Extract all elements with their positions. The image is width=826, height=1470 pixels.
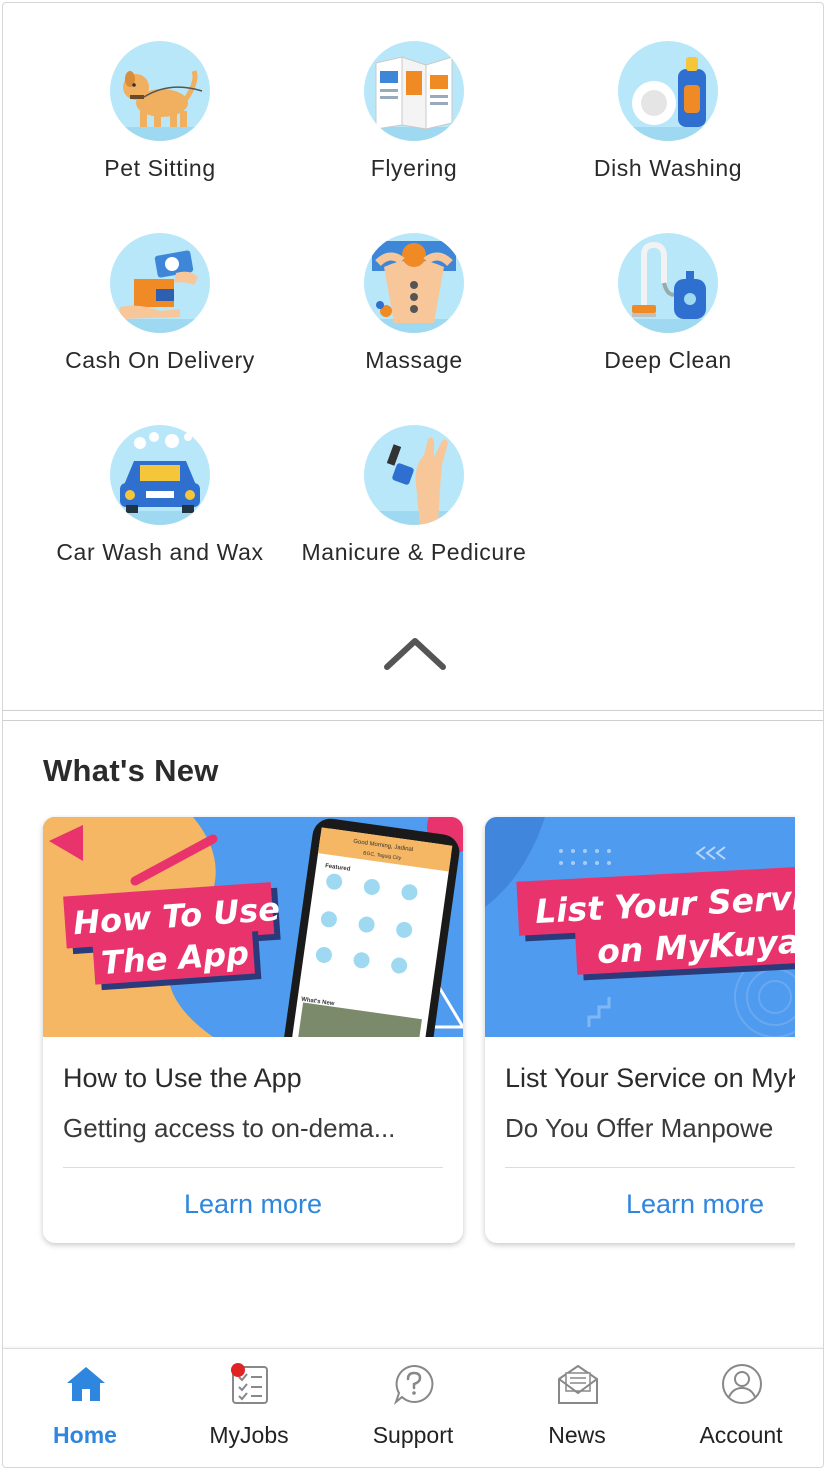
- services-grid: Pet Sitting Flyering Dish Washing Cash O…: [3, 3, 823, 710]
- news-card[interactable]: How To Use The App Good Morning, Jadinal…: [43, 817, 463, 1243]
- whats-new-carousel[interactable]: How To Use The App Good Morning, Jadinal…: [3, 815, 795, 1255]
- service-deep-clean[interactable]: Deep Clean: [541, 233, 795, 374]
- card-banner-list-your-service: List Your Servi on MyKuya: [485, 817, 795, 1037]
- news-card[interactable]: List Your Servi on MyKuya List Your Serv…: [485, 817, 795, 1243]
- service-label: Massage: [365, 347, 463, 373]
- card-banner-how-to-use: How To Use The App Good Morning, Jadinal…: [43, 817, 463, 1037]
- nav-home[interactable]: Home: [3, 1349, 167, 1467]
- service-massage[interactable]: Massage: [287, 233, 541, 374]
- nav-myjobs[interactable]: MyJobs: [167, 1349, 331, 1467]
- whats-new-heading: What's New: [43, 753, 219, 788]
- nav-label: Support: [372, 1422, 454, 1448]
- cash-delivery-icon: [110, 233, 210, 333]
- card-divider: [505, 1167, 795, 1168]
- home-icon: [65, 1363, 107, 1405]
- nav-label: Home: [53, 1422, 117, 1448]
- dish-soap-icon: [618, 41, 718, 141]
- nav-label: Account: [699, 1422, 783, 1448]
- service-label: Car Wash and Wax: [56, 539, 264, 565]
- nail-polish-icon: [364, 425, 464, 525]
- learn-more-link[interactable]: Learn more: [43, 1189, 463, 1220]
- card-divider: [63, 1167, 443, 1168]
- card-title: List Your Service on MyK: [505, 1063, 795, 1093]
- service-pet-sitting[interactable]: Pet Sitting: [33, 41, 287, 182]
- bottom-navigation: Home MyJobs Support News Account: [3, 1348, 823, 1467]
- vacuum-icon: [618, 233, 718, 333]
- envelope-icon: [557, 1363, 599, 1405]
- card-title: How to Use the App: [63, 1063, 302, 1093]
- service-label: Manicure & Pedicure: [301, 539, 527, 565]
- service-label: Cash On Delivery: [65, 347, 255, 373]
- service-flyering[interactable]: Flyering: [287, 41, 541, 182]
- help-icon: [393, 1363, 435, 1406]
- service-dish-washing[interactable]: Dish Washing: [541, 41, 795, 182]
- app-screen: Pet Sitting Flyering Dish Washing Cash O…: [2, 2, 824, 1468]
- nav-support[interactable]: Support: [331, 1349, 495, 1467]
- nav-label: News: [548, 1422, 606, 1448]
- divider: [3, 710, 823, 711]
- card-description: Do You Offer Manpowe: [505, 1113, 774, 1143]
- collapse-chevron-up-icon[interactable]: [383, 633, 447, 673]
- learn-more-link[interactable]: Learn more: [485, 1189, 795, 1220]
- dog-icon: [110, 41, 210, 141]
- nav-label: MyJobs: [209, 1422, 289, 1448]
- nav-news[interactable]: News: [495, 1349, 659, 1467]
- service-cash-on-delivery[interactable]: Cash On Delivery: [33, 233, 287, 374]
- user-icon: [721, 1363, 763, 1405]
- service-car-wash[interactable]: Car Wash and Wax: [33, 425, 287, 566]
- nav-account[interactable]: Account: [659, 1349, 823, 1467]
- divider: [3, 720, 823, 721]
- service-label: Dish Washing: [593, 155, 743, 181]
- massage-icon: [364, 233, 464, 333]
- service-manicure-pedicure[interactable]: Manicure & Pedicure: [287, 425, 541, 566]
- service-label: Flyering: [370, 155, 458, 181]
- car-wash-icon: [110, 425, 210, 525]
- card-description: Getting access to on-dema...: [63, 1113, 396, 1143]
- service-label: Pet Sitting: [104, 155, 216, 181]
- flyer-icon: [364, 41, 464, 141]
- notification-badge: [231, 1363, 245, 1377]
- service-label: Deep Clean: [604, 347, 732, 373]
